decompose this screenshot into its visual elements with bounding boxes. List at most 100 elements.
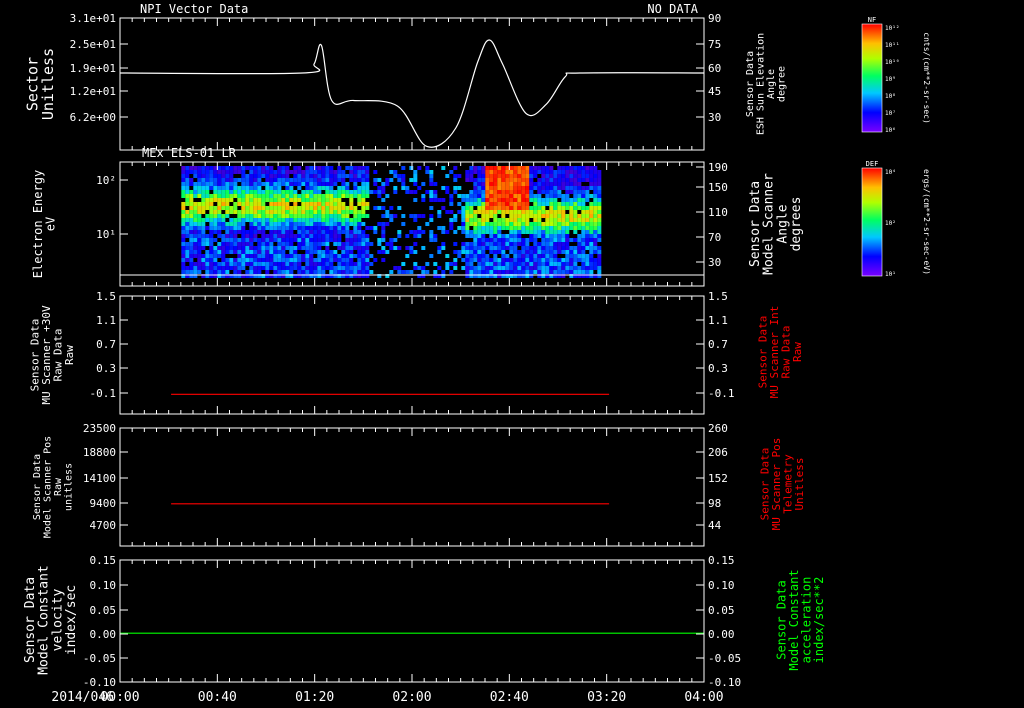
heatmap-cell (229, 262, 234, 266)
heatmap-cell (361, 242, 366, 246)
heatmap-cell (529, 270, 534, 274)
heatmap-cell (305, 250, 310, 254)
heatmap-cell (297, 242, 302, 246)
heatmap-cell (489, 182, 494, 186)
heatmap-cell (341, 170, 346, 174)
heatmap-cell (585, 254, 590, 258)
heatmap-cell (321, 202, 326, 206)
heatmap-cell (249, 246, 254, 250)
heatmap-cell (537, 234, 542, 238)
heatmap-cell (581, 262, 586, 266)
heatmap-cell (353, 238, 358, 242)
heatmap-cell (537, 246, 542, 250)
colorbar-tick: 10⁷ (885, 110, 896, 117)
heatmap-cell (285, 246, 290, 250)
heatmap-cell (341, 266, 346, 270)
heatmap-cell (297, 218, 302, 222)
heatmap-cell (433, 262, 438, 266)
heatmap-cell (493, 218, 498, 222)
heatmap-cell (301, 238, 306, 242)
heatmap-cell (529, 214, 534, 218)
heatmap-cell (241, 182, 246, 186)
heatmap-cell (513, 250, 518, 254)
heatmap-cell (421, 246, 426, 250)
heatmap-cell (189, 202, 194, 206)
heatmap-cell (201, 222, 206, 226)
heatmap-cell (189, 194, 194, 198)
heatmap-cell (261, 238, 266, 242)
heatmap-cell (497, 210, 502, 214)
heatmap-cell (269, 170, 274, 174)
heatmap-cell (273, 178, 278, 182)
heatmap-cell (505, 262, 510, 266)
heatmap-cell (489, 246, 494, 250)
heatmap-cell (441, 198, 446, 202)
heatmap-cell (473, 194, 478, 198)
heatmap-cell (577, 234, 582, 238)
heatmap-cell (249, 250, 254, 254)
heatmap-cell (553, 246, 558, 250)
heatmap-cell (341, 242, 346, 246)
heatmap-cell (537, 258, 542, 262)
heatmap-cell (293, 222, 298, 226)
heatmap-cell (285, 226, 290, 230)
heatmap-cell (513, 238, 518, 242)
heatmap-cell (437, 210, 442, 214)
heatmap-cell (333, 182, 338, 186)
heatmap-cell (313, 214, 318, 218)
heatmap-cell (597, 214, 602, 218)
heatmap-cell (213, 262, 218, 266)
right-tick-label: 206 (708, 446, 728, 459)
heatmap-cell (273, 234, 278, 238)
heatmap-cell (229, 226, 234, 230)
heatmap-cell (221, 234, 226, 238)
heatmap-cell (225, 198, 230, 202)
heatmap-cell (549, 234, 554, 238)
heatmap-cell (209, 262, 214, 266)
time-tick-label: 00:40 (198, 690, 237, 705)
heatmap-cell (477, 230, 482, 234)
heatmap-cell (337, 230, 342, 234)
heatmap-cell (413, 214, 418, 218)
heatmap-cell (481, 258, 486, 262)
heatmap-cell (485, 202, 490, 206)
heatmap-cell (545, 230, 550, 234)
heatmap-cell (493, 166, 498, 170)
heatmap-cell (541, 202, 546, 206)
heatmap-cell (517, 262, 522, 266)
heatmap-cell (321, 174, 326, 178)
heatmap-cell (353, 246, 358, 250)
heatmap-cell (285, 254, 290, 258)
heatmap-cell (481, 266, 486, 270)
heatmap-cell (525, 246, 530, 250)
heatmap-cell (313, 238, 318, 242)
axis-label-line: Unitless (39, 48, 57, 120)
heatmap-cell (473, 182, 478, 186)
heatmap-cell (201, 266, 206, 270)
heatmap-cell (329, 230, 334, 234)
heatmap-cell (361, 254, 366, 258)
heatmap-cell (505, 266, 510, 270)
heatmap-cell (217, 190, 222, 194)
heatmap-cell (221, 202, 226, 206)
heatmap-cell (321, 170, 326, 174)
heatmap-cell (525, 210, 530, 214)
heatmap-cell (569, 266, 574, 270)
heatmap-cell (365, 194, 370, 198)
heatmap-cell (513, 258, 518, 262)
heatmap-cell (197, 230, 202, 234)
heatmap-cell (261, 258, 266, 262)
heatmap-cell (469, 262, 474, 266)
heatmap-cell (213, 214, 218, 218)
heatmap-cell (597, 238, 602, 242)
heatmap-cell (193, 270, 198, 274)
heatmap-cell (505, 210, 510, 214)
heatmap-cell (249, 182, 254, 186)
heatmap-cell (229, 258, 234, 262)
heatmap-cell (209, 166, 214, 170)
heatmap-cell (485, 206, 490, 210)
heatmap-cell (529, 238, 534, 242)
heatmap-cell (325, 186, 330, 190)
heatmap-cell (529, 266, 534, 270)
heatmap-cell (193, 166, 198, 170)
